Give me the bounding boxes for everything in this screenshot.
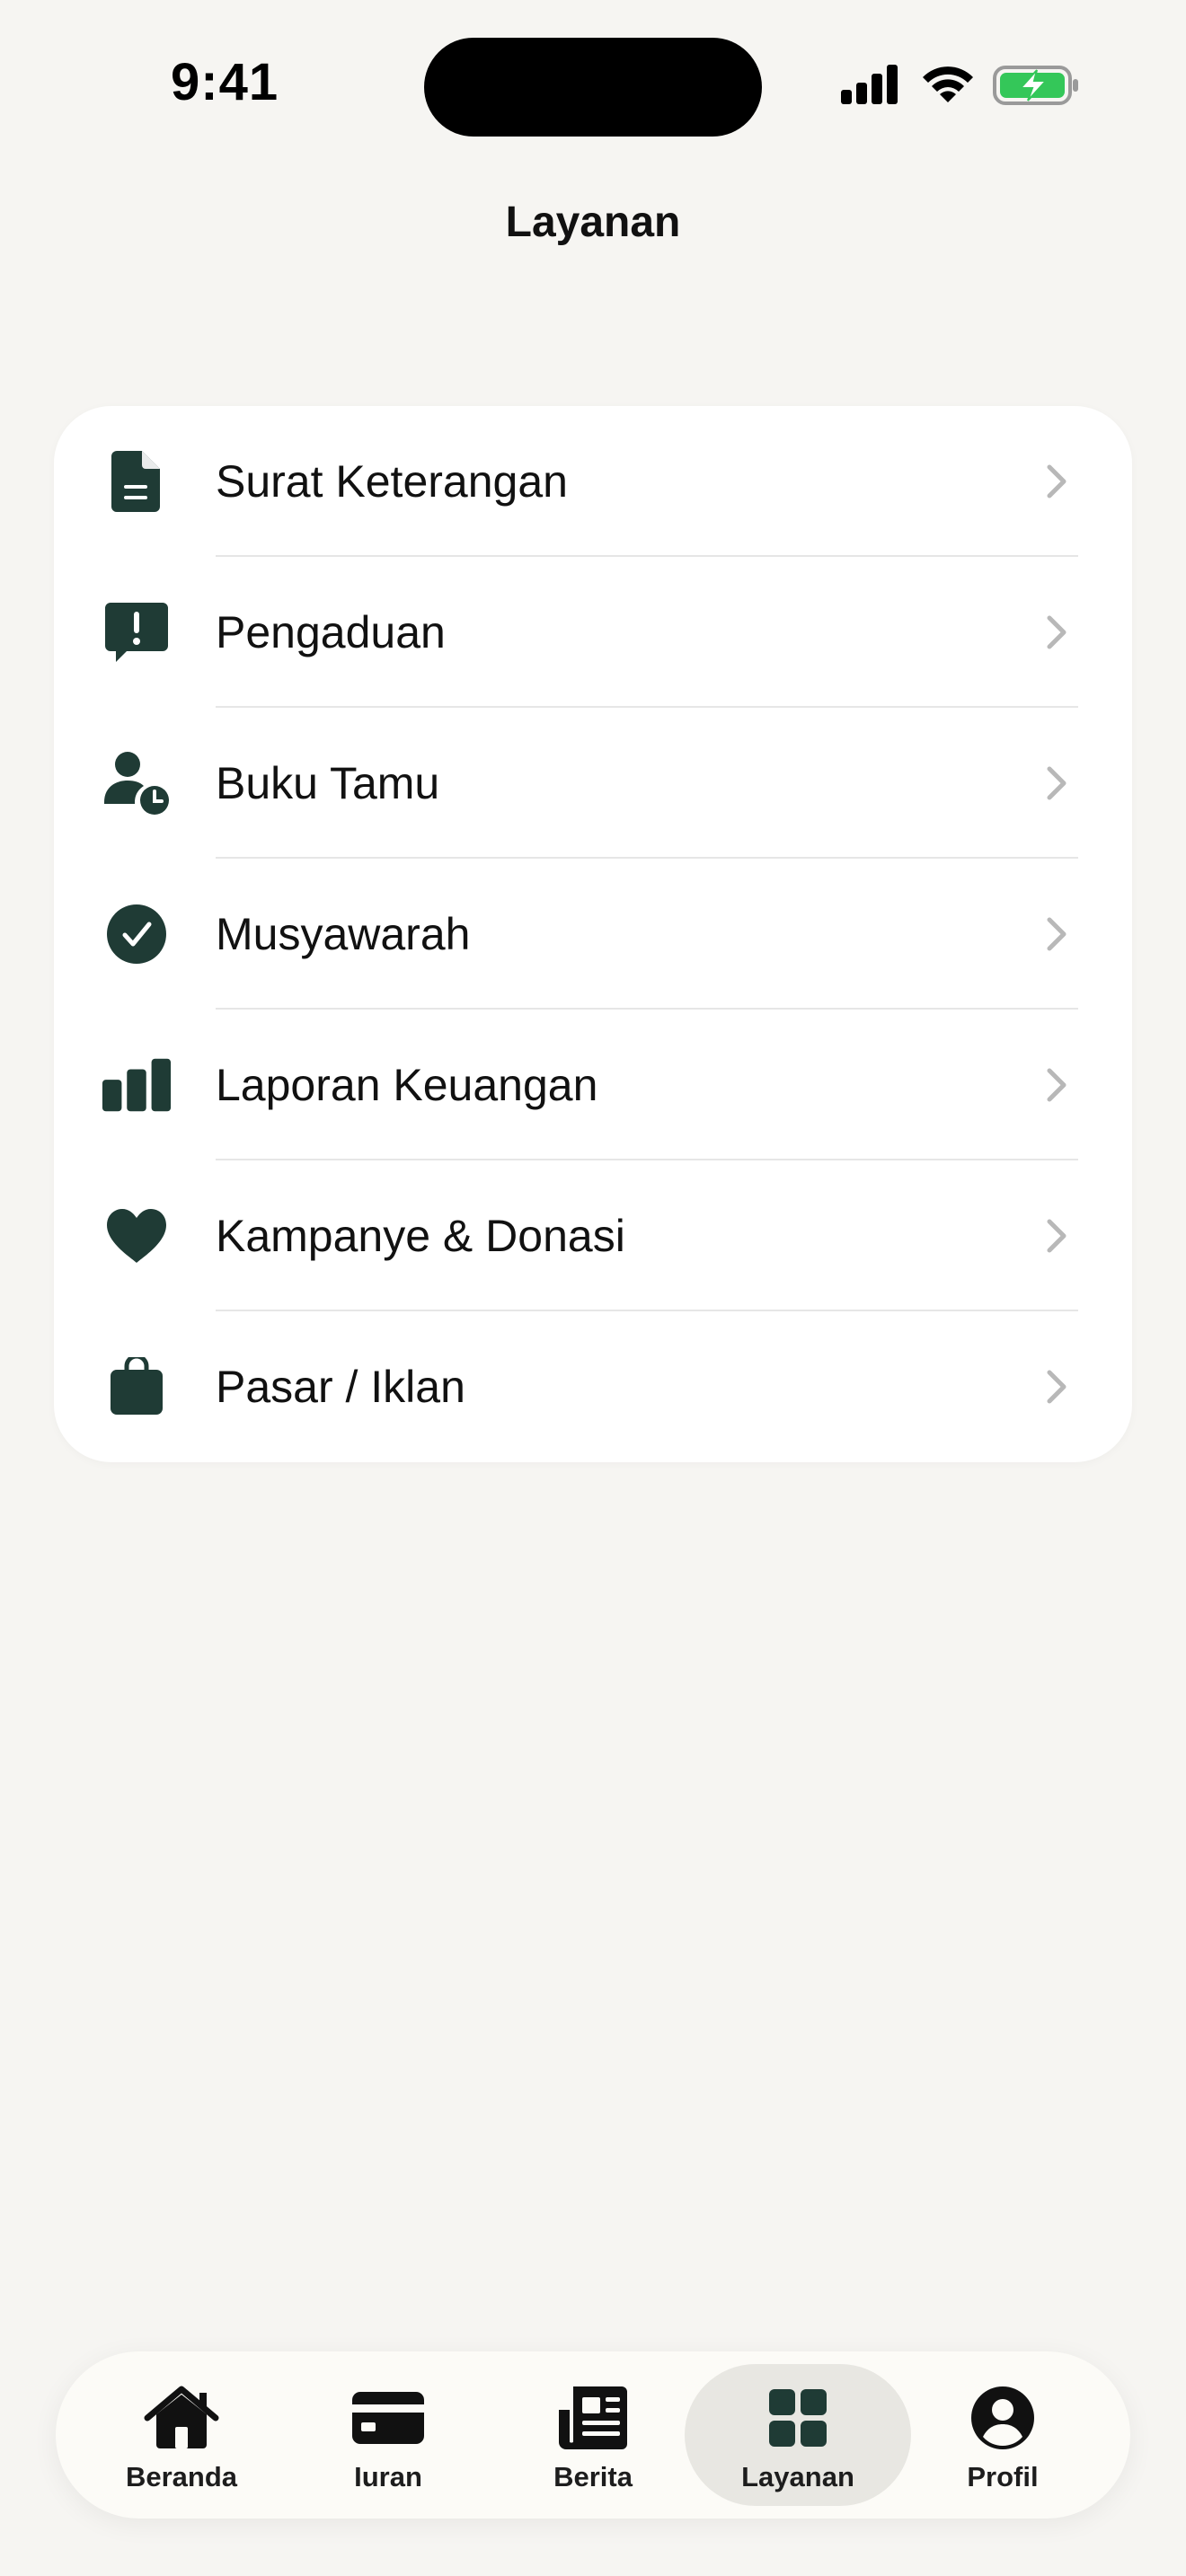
tab-label: Berita — [553, 2461, 633, 2492]
newspaper-icon — [555, 2384, 631, 2452]
services-menu-card: Surat Keterangan Pengaduan Buku Tamu Mus… — [54, 406, 1132, 1462]
tab-label: Iuran — [354, 2461, 422, 2492]
menu-item-laporan-keuangan[interactable]: Laporan Keuangan — [54, 1010, 1132, 1160]
chevron-right-icon — [1047, 464, 1067, 498]
tab-label: Beranda — [125, 2461, 238, 2492]
menu-item-pengaduan[interactable]: Pengaduan — [54, 557, 1132, 708]
heart-icon — [101, 1200, 173, 1272]
battery-charging-icon — [993, 66, 1078, 105]
shopping-bag-icon — [101, 1351, 173, 1423]
complaint-icon — [101, 596, 173, 668]
menu-item-label: Laporan Keuangan — [216, 1060, 598, 1110]
tab-label: Layanan — [741, 2461, 854, 2492]
tab-layanan[interactable]: Layanan — [685, 2364, 911, 2506]
status-time: 9:41 — [171, 53, 279, 111]
chevron-right-icon — [1047, 1219, 1067, 1253]
tab-berita[interactable]: Berita — [491, 2364, 695, 2506]
menu-item-label: Buku Tamu — [216, 758, 440, 808]
menu-item-label: Kampanye & Donasi — [216, 1211, 625, 1261]
home-icon — [144, 2384, 219, 2452]
menu-item-surat-keterangan[interactable]: Surat Keterangan — [54, 406, 1132, 557]
tab-beranda[interactable]: Beranda — [79, 2364, 284, 2506]
profile-icon — [965, 2384, 1040, 2452]
chevron-right-icon — [1047, 766, 1067, 800]
card-icon — [350, 2384, 426, 2452]
menu-item-label: Pasar / Iklan — [216, 1362, 465, 1412]
menu-item-label: Surat Keterangan — [216, 456, 568, 507]
chevron-right-icon — [1047, 1370, 1067, 1404]
menu-item-pasar-iklan[interactable]: Pasar / Iklan — [54, 1311, 1132, 1462]
tab-iuran[interactable]: Iuran — [286, 2364, 491, 2506]
document-icon — [101, 446, 173, 517]
chevron-right-icon — [1047, 1068, 1067, 1102]
guest-book-icon — [101, 747, 173, 819]
bar-chart-icon — [101, 1049, 173, 1121]
tab-label: Profil — [967, 2461, 1039, 2492]
chevron-right-icon — [1047, 615, 1067, 649]
menu-item-kampanye-donasi[interactable]: Kampanye & Donasi — [54, 1160, 1132, 1311]
grid-icon — [760, 2384, 836, 2452]
tab-profil[interactable]: Profil — [900, 2364, 1105, 2506]
chevron-right-icon — [1047, 917, 1067, 951]
status-bar: 9:41 — [0, 0, 1186, 162]
page-title: Layanan — [505, 198, 681, 246]
menu-item-buku-tamu[interactable]: Buku Tamu — [54, 708, 1132, 859]
cellular-signal-icon — [841, 65, 898, 104]
wifi-icon — [923, 66, 973, 102]
bottom-tab-bar: Beranda Iuran Berita Layanan Profil — [56, 2351, 1130, 2519]
menu-item-label: Pengaduan — [216, 607, 446, 657]
dynamic-island — [424, 38, 762, 137]
menu-item-label: Musyawarah — [216, 909, 471, 959]
check-circle-icon — [101, 898, 173, 970]
menu-item-musyawarah[interactable]: Musyawarah — [54, 859, 1132, 1010]
